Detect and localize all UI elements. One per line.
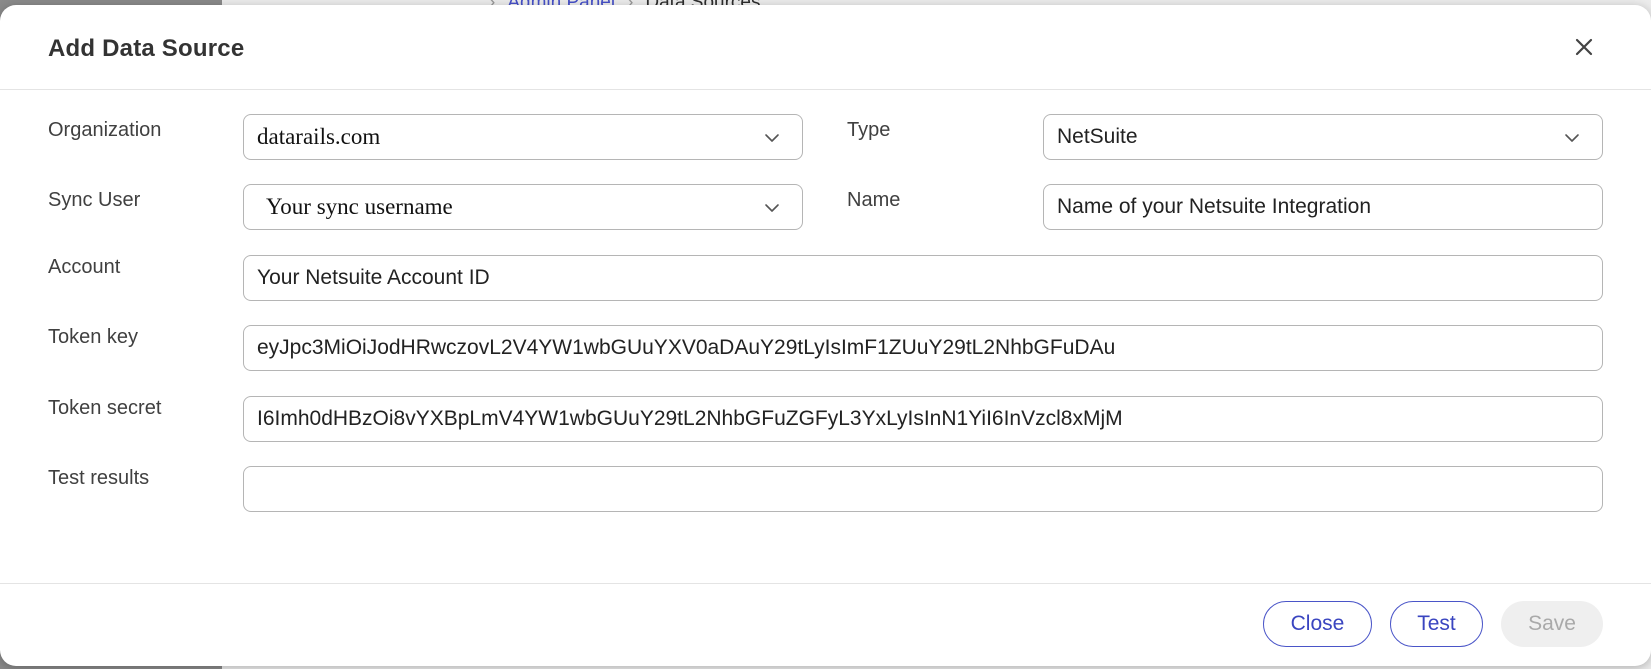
sync-user-label: Sync User [48,189,141,211]
name-value: Name of your Netsuite Integration [1057,195,1371,218]
token-key-value: eyJpc3MiOiJodHRwczovL2V4YW1wbGUuYXV0aDAu… [257,336,1116,359]
token-key-label: Token key [48,326,139,348]
account-value: Your Netsuite Account ID [257,266,490,289]
token-secret-label: Token secret [48,397,162,419]
token-key-input[interactable]: eyJpc3MiOiJodHRwczovL2V4YW1wbGUuYXV0aDAu… [243,325,1603,371]
type-value: NetSuite [1057,125,1138,148]
chevron-down-icon [765,134,779,142]
chevron-down-icon [1565,134,1579,142]
organization-label: Organization [48,119,162,141]
test-results-field[interactable] [243,466,1603,512]
name-label: Name [847,189,901,211]
close-icon[interactable] [1572,35,1596,59]
token-secret-value: I6Imh0dHBzOi8vYXBpLmV4YW1wbGUuY29tL2NhbG… [257,407,1123,430]
dialog-title: Add Data Source [48,35,245,62]
account-input[interactable]: Your Netsuite Account ID [243,255,1603,301]
save-button[interactable]: Save [1501,601,1603,647]
dialog-header: Add Data Source [0,5,1651,90]
sync-user-value: Your sync username [266,194,453,219]
chevron-down-icon [765,204,779,212]
close-button[interactable]: Close [1263,601,1372,647]
name-input[interactable]: Name of your Netsuite Integration [1043,184,1603,230]
type-select[interactable]: NetSuite [1043,114,1603,160]
type-label: Type [847,119,891,141]
organization-value: datarails.com [257,124,381,149]
add-data-source-dialog: Add Data Source Organization datarails.c… [0,5,1651,666]
sync-user-select[interactable]: Your sync username [243,184,803,230]
organization-select[interactable]: datarails.com [243,114,803,160]
token-secret-input[interactable]: I6Imh0dHBzOi8vYXBpLmV4YW1wbGUuY29tL2NhbG… [243,396,1603,442]
test-button[interactable]: Test [1390,601,1483,647]
account-label: Account [48,256,121,278]
test-results-label: Test results [48,467,150,489]
dialog-footer: Close Test Save [0,583,1651,666]
